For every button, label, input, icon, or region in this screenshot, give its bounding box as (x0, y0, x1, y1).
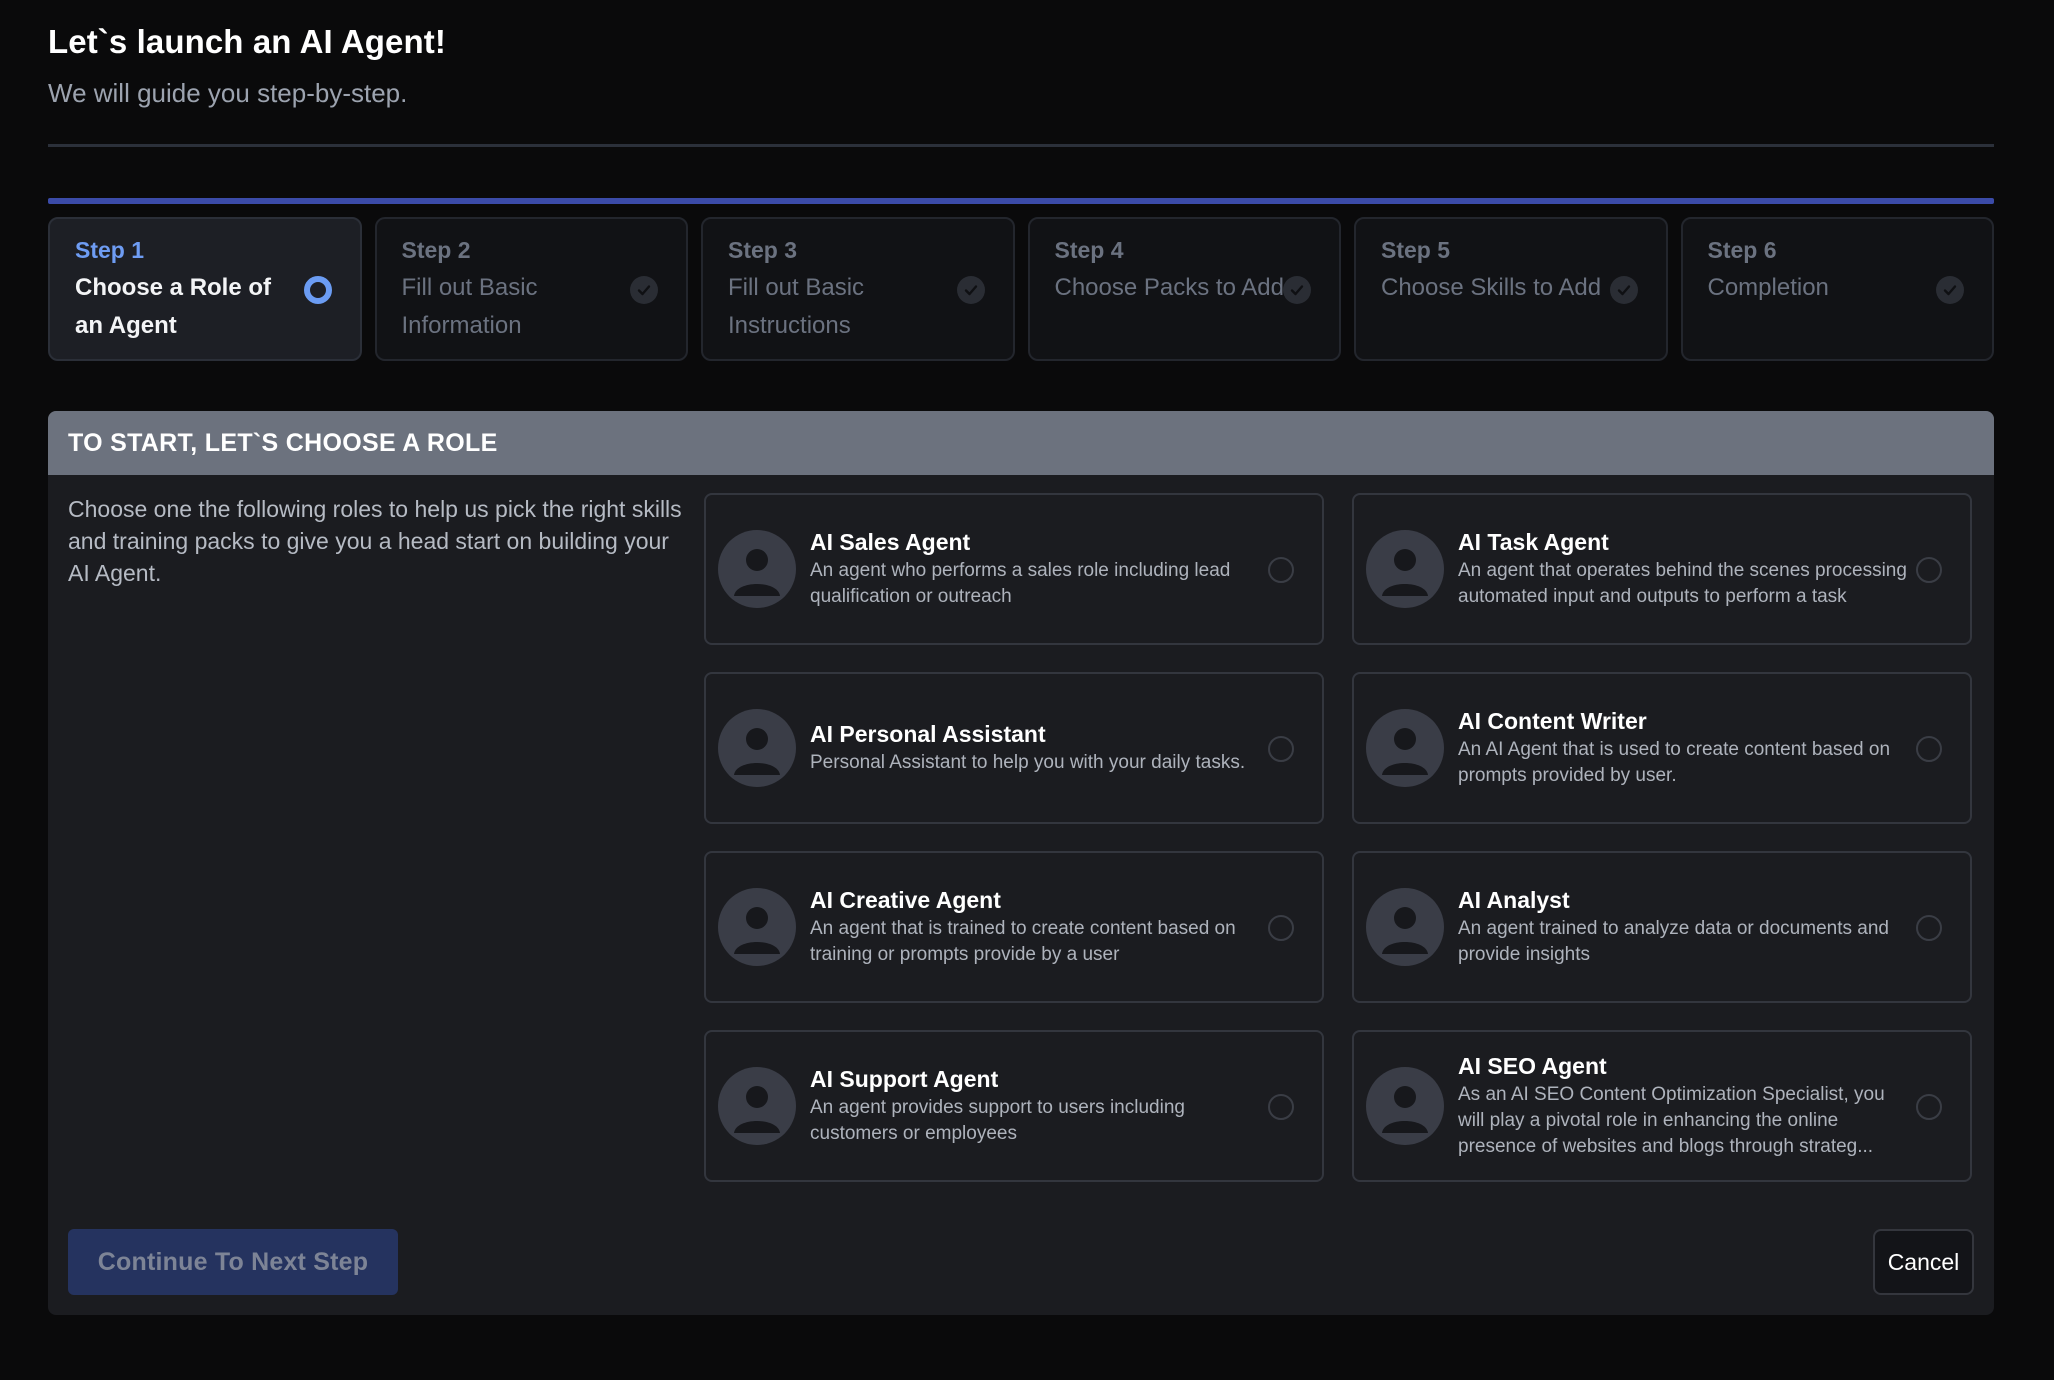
role-description: An agent provides support to users inclu… (810, 1097, 1185, 1144)
role-radio[interactable] (1268, 557, 1294, 583)
role-title: AI Personal Assistant (810, 721, 1046, 747)
step-label: Completion (1707, 274, 1829, 301)
step-number: Step 1 (75, 237, 145, 263)
role-text: AI Creative Agent An agent that is train… (810, 886, 1260, 968)
role-text: AI Analyst An agent trained to analyze d… (1458, 886, 1908, 968)
step-label: Choose Packs to Add (1054, 274, 1284, 301)
step-number: Step 4 (1054, 237, 1124, 263)
role-description: An agent trained to analyze data or docu… (1458, 918, 1889, 965)
role-radio[interactable] (1916, 557, 1942, 583)
panel-intro: Choose one the following roles to help u… (68, 496, 682, 586)
role-title: AI Task Agent (1458, 529, 1609, 555)
step-label: Choose a Role of an Agent (75, 274, 272, 339)
role-text: AI Content Writer An AI Agent that is us… (1458, 707, 1908, 789)
role-card-task[interactable]: AI Task Agent An agent that operates beh… (1352, 493, 1972, 645)
step-3[interactable]: Step 3 Fill out Basic Instructions (701, 217, 1015, 361)
step-label: Choose Skills to Add (1381, 274, 1602, 301)
user-avatar-icon (718, 888, 796, 966)
panel-heading: TO START, LET`S CHOOSE A ROLE (48, 411, 1994, 475)
role-text: AI Task Agent An agent that operates beh… (1458, 528, 1908, 610)
check-circle-icon (956, 276, 985, 304)
step-1[interactable]: Step 1 Choose a Role of an Agent (48, 217, 362, 361)
user-avatar-icon (718, 1067, 796, 1145)
panel-body: Choose one the following roles to help u… (48, 475, 1994, 1315)
role-radio[interactable] (1916, 1094, 1942, 1120)
role-title: AI Support Agent (810, 1066, 999, 1092)
header-divider (48, 144, 1994, 147)
role-radio[interactable] (1916, 736, 1942, 762)
role-title: AI Creative Agent (810, 887, 1001, 913)
role-description: An agent who performs a sales role inclu… (810, 560, 1231, 607)
step-number: Step 2 (401, 237, 471, 263)
role-text: AI Personal Assistant Personal Assistant… (810, 720, 1260, 776)
cancel-button[interactable]: Cancel (1873, 1229, 1974, 1295)
role-card-analyst[interactable]: AI Analyst An agent trained to analyze d… (1352, 851, 1972, 1003)
step-number: Step 3 (728, 237, 798, 263)
user-avatar-icon (1366, 1067, 1444, 1145)
role-card-seo[interactable]: AI SEO Agent As an AI SEO Content Optimi… (1352, 1030, 1972, 1182)
step-6[interactable]: Step 6 Completion (1680, 217, 1994, 361)
role-radio[interactable] (1268, 736, 1294, 762)
role-title: AI Sales Agent (810, 529, 971, 555)
role-card-personal-assistant[interactable]: AI Personal Assistant Personal Assistant… (704, 672, 1324, 824)
role-description: An AI Agent that is used to create conte… (1458, 739, 1891, 786)
role-text: AI Support Agent An agent provides suppo… (810, 1065, 1260, 1147)
continue-button[interactable]: Continue To Next Step (68, 1229, 398, 1295)
check-circle-icon (1283, 276, 1311, 304)
wizard-steps: Step 1 Choose a Role of an Agent Step 2 … (48, 217, 1994, 361)
user-avatar-icon (1366, 709, 1444, 787)
role-card-sales[interactable]: AI Sales Agent An agent who performs a s… (704, 493, 1324, 645)
role-description: An agent that is trained to create conte… (810, 918, 1236, 965)
role-description: Personal Assistant to help you with your… (810, 752, 1246, 773)
role-radio[interactable] (1916, 915, 1942, 941)
role-grid: AI Sales Agent An agent who performs a s… (704, 493, 1972, 1182)
step-number: Step 5 (1381, 237, 1451, 263)
user-avatar-icon (718, 530, 796, 608)
page-title: Let`s launch an AI Agent! (48, 23, 446, 60)
role-text: AI SEO Agent As an AI SEO Content Optimi… (1458, 1052, 1908, 1160)
check-circle-icon (630, 276, 658, 304)
role-radio[interactable] (1268, 1094, 1294, 1120)
step-label: Fill out Basic Instructions (728, 274, 865, 339)
step-label: Fill out Basic Information (401, 274, 538, 339)
role-title: AI Analyst (1458, 887, 1570, 913)
page-header: Let`s launch an AI Agent! We will guide … (48, 0, 2006, 110)
role-radio[interactable] (1268, 915, 1294, 941)
role-card-creative[interactable]: AI Creative Agent An agent that is train… (704, 851, 1324, 1003)
wizard-progress-bar (48, 198, 1994, 204)
user-avatar-icon (1366, 888, 1444, 966)
role-text: AI Sales Agent An agent who performs a s… (810, 528, 1260, 610)
page-subtitle: We will guide you step-by-step. (48, 78, 408, 108)
step-2[interactable]: Step 2 Fill out Basic Information (374, 217, 688, 361)
role-card-support[interactable]: AI Support Agent An agent provides suppo… (704, 1030, 1324, 1182)
page: Let`s launch an AI Agent! We will guide … (0, 0, 2054, 1380)
role-title: AI Content Writer (1458, 708, 1647, 734)
check-circle-icon (1609, 276, 1638, 304)
role-description: An agent that operates behind the scenes… (1458, 560, 1907, 607)
role-panel: TO START, LET`S CHOOSE A ROLE Choose one… (48, 411, 1994, 1315)
step-5[interactable]: Step 5 Choose Skills to Add (1354, 217, 1668, 361)
step-4[interactable]: Step 4 Choose Packs to Add (1027, 217, 1341, 361)
role-description: As an AI SEO Content Optimization Specia… (1458, 1084, 1885, 1157)
check-circle-icon (1936, 276, 1964, 304)
role-title: AI SEO Agent (1458, 1053, 1607, 1079)
role-card-content-writer[interactable]: AI Content Writer An AI Agent that is us… (1352, 672, 1972, 824)
step-number: Step 6 (1707, 237, 1777, 263)
user-avatar-icon (1366, 530, 1444, 608)
radio-ring-icon (303, 276, 332, 304)
user-avatar-icon (718, 709, 796, 787)
